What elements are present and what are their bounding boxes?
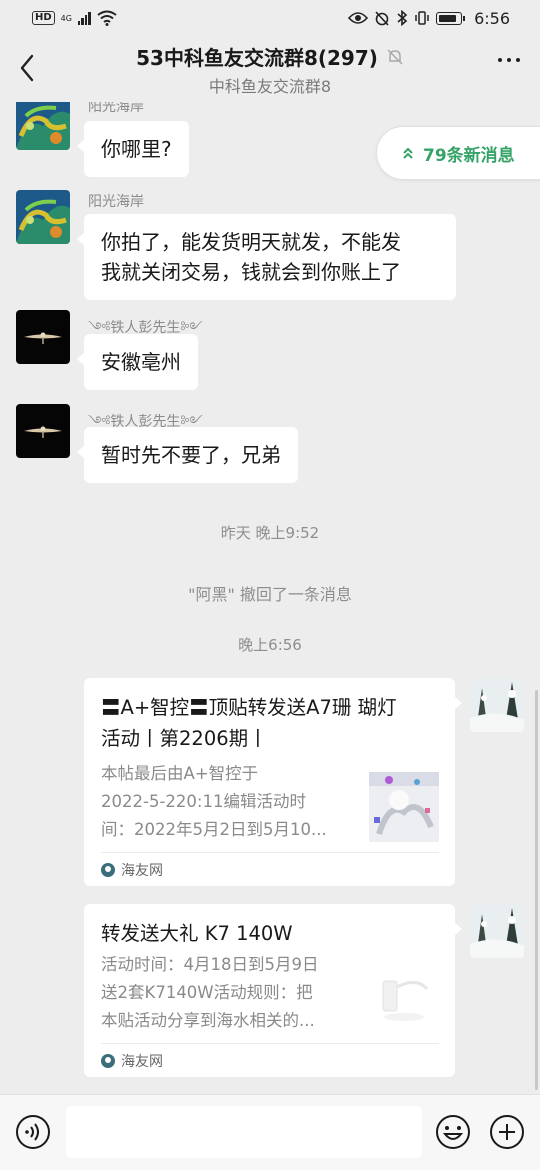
card-body: 本帖最后由A+智控于 2022-5-220:11编辑活动时 间：2022年5月2… xyxy=(101,760,439,844)
chevron-left-icon xyxy=(20,54,34,82)
message-bubble[interactable]: 安徽亳州 xyxy=(77,334,198,390)
card-description: 本帖最后由A+智控于 2022-5-220:11编辑活动时 间：2022年5月2… xyxy=(101,760,357,844)
source-logo-icon xyxy=(101,862,115,877)
card-source-name: 海友网 xyxy=(121,862,163,879)
network-type: 4G xyxy=(60,13,72,23)
message-bubble[interactable]: 你哪里? xyxy=(77,121,189,177)
system-time: 昨天 晚上9:52 xyxy=(220,524,320,542)
avatar-snow[interactable] xyxy=(470,904,524,958)
card-title-line: 转发送大礼 K7 140W xyxy=(101,922,293,945)
avatar-silhouette[interactable] xyxy=(16,404,70,458)
emoji-button[interactable] xyxy=(435,1114,471,1150)
voice-button[interactable] xyxy=(15,1114,51,1150)
card-desc-line: 间：2022年5月2日到5月10... xyxy=(101,820,327,839)
source-logo-icon xyxy=(101,1053,115,1068)
status-time: 6:56 xyxy=(474,8,510,28)
emoji-icon xyxy=(436,1115,470,1149)
more-button[interactable] xyxy=(498,58,520,62)
dot xyxy=(507,58,511,62)
bluetooth-icon xyxy=(397,10,408,26)
card-title-line: 活动丨第2206期丨 xyxy=(101,727,268,750)
card-title: 转发送大礼 K7 140W xyxy=(101,918,439,949)
back-button[interactable] xyxy=(12,50,42,86)
new-messages-pill[interactable]: 79条新消息 xyxy=(376,126,540,180)
card-desc-line: 活动时间：4月18日到5月9日 xyxy=(101,955,319,974)
card-source: 海友网 xyxy=(101,852,439,886)
wifi-icon xyxy=(97,10,117,26)
system-time: 晚上6:56 xyxy=(238,636,302,654)
mute-bell-icon xyxy=(387,48,403,65)
chat-area[interactable]: 阳光海岸 你哪里? 79条新消息 阳光海岸 你拍了，能发货明天就发，不能发 我就… xyxy=(0,102,540,1094)
sender-name: 阳光海岸 xyxy=(88,102,144,115)
link-card[interactable]: 〓A+智控〓顶贴转发送A7珊 瑚灯 活动丨第2206期丨 本帖最后由A+智控于 … xyxy=(84,678,462,886)
avatar-snow[interactable] xyxy=(470,678,524,732)
chat-title: 53中科鱼友交流群8(297) xyxy=(136,46,378,70)
status-left: HD 4G xyxy=(32,10,117,26)
plus-button[interactable] xyxy=(489,1114,525,1150)
card-title: 〓A+智控〓顶贴转发送A7珊 瑚灯 活动丨第2206期丨 xyxy=(101,692,439,754)
eye-icon xyxy=(348,12,369,24)
battery-icon xyxy=(436,11,466,25)
message-line: 你拍了，能发货明天就发，不能发 xyxy=(101,230,401,254)
card-source-name: 海友网 xyxy=(121,1053,163,1070)
new-messages-count: 79条新消息 xyxy=(423,145,515,166)
hd-badge: HD xyxy=(32,11,55,25)
message-input[interactable] xyxy=(66,1106,422,1158)
chat-header: 53中科鱼友交流群8(297) 中科鱼友交流群8 xyxy=(0,36,540,102)
message-line: 我就关闭交易，钱就会到你账上了 xyxy=(101,260,401,284)
link-card[interactable]: 转发送大礼 K7 140W 活动时间：4月18日到5月9日 送2套K7140W活… xyxy=(84,904,462,1077)
voice-icon xyxy=(16,1115,50,1149)
scrollbar[interactable] xyxy=(535,690,538,1090)
message-bubble[interactable]: 你拍了，能发货明天就发，不能发 我就关闭交易，钱就会到你账上了 xyxy=(77,214,456,300)
recall-notice: "阿黑" 撤回了一条消息 xyxy=(188,585,352,604)
card-thumbnail xyxy=(369,772,439,842)
alarm-mute-icon xyxy=(375,11,389,26)
plus-icon xyxy=(490,1115,524,1149)
avatar-coral[interactable] xyxy=(16,190,70,244)
message-bubble[interactable]: 暂时先不要了，兄弟 xyxy=(77,427,298,483)
chat-title-row[interactable]: 53中科鱼友交流群8(297) xyxy=(136,42,404,71)
double-chevron-up-icon xyxy=(403,147,413,159)
input-bar xyxy=(0,1094,540,1170)
sender-name: 阳光海岸 xyxy=(88,194,144,210)
card-desc-line: 送2套K7140W活动规则：把 xyxy=(101,983,313,1002)
card-body: 活动时间：4月18日到5月9日 送2套K7140W活动规则：把 本贴活动分享到海… xyxy=(101,951,439,1035)
vibrate-icon xyxy=(415,11,429,25)
signal-icon xyxy=(77,11,91,25)
card-thumbnail xyxy=(369,963,439,1033)
card-desc-line: 本帖最后由A+智控于 xyxy=(101,764,259,783)
chat-subtitle: 中科鱼友交流群8 xyxy=(208,77,332,96)
avatar-coral[interactable] xyxy=(16,102,70,150)
card-desc-line: 2022-5-220:11编辑活动时 xyxy=(101,792,306,811)
card-description: 活动时间：4月18日到5月9日 送2套K7140W活动规则：把 本贴活动分享到海… xyxy=(101,951,357,1035)
avatar-silhouette[interactable] xyxy=(16,310,70,364)
title-wrap: 53中科鱼友交流群8(297) 中科鱼友交流群8 xyxy=(80,42,460,97)
dot xyxy=(498,58,502,62)
card-desc-line: 本贴活动分享到海水相关的... xyxy=(101,1011,315,1030)
card-source: 海友网 xyxy=(101,1043,439,1077)
card-title-line: 〓A+智控〓顶贴转发送A7珊 瑚灯 xyxy=(101,696,397,719)
status-bar: HD 4G 6:56 xyxy=(0,0,540,36)
status-right: 6:56 xyxy=(348,9,510,28)
dot xyxy=(516,58,520,62)
